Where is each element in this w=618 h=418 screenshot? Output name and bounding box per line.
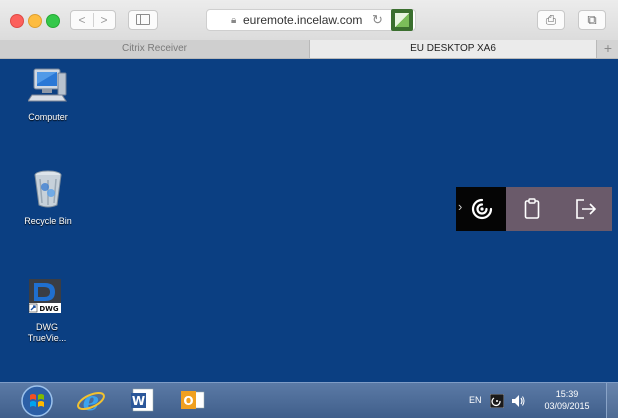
windows-taskbar: e W O EN 15:39 03/09/2015 — [0, 382, 618, 418]
nav-separator — [93, 13, 94, 27]
svg-text:e: e — [83, 387, 100, 416]
show-tabs-button[interactable]: ⧉ — [578, 10, 606, 30]
outlook-badge-text: O — [183, 394, 193, 408]
language-indicator[interactable]: EN — [469, 395, 482, 405]
lock-icon: 🔒︎ — [231, 15, 237, 26]
forward-button[interactable]: > — [93, 11, 115, 29]
word-badge-text: W — [132, 394, 145, 408]
collapse-chevron-icon: › — [458, 199, 463, 214]
citrix-tray-icon[interactable] — [490, 394, 504, 408]
disconnect-icon[interactable] — [574, 198, 598, 220]
sidebar-toggle-button[interactable] — [128, 10, 158, 30]
start-orb-icon[interactable] — [20, 384, 54, 418]
zoom-window-button[interactable] — [46, 14, 60, 28]
close-window-button[interactable] — [10, 14, 24, 28]
desktop-icon-label: Recycle Bin — [24, 216, 72, 226]
clock-time: 15:39 — [555, 389, 579, 399]
navigation-buttons: < > — [70, 10, 116, 30]
browser-window: < > 🔒︎ euremote.incelaw.com ↻ ⎙ ⧉ Citrix … — [0, 0, 618, 418]
address-bar[interactable]: 🔒︎ euremote.incelaw.com ↻ — [206, 9, 416, 31]
internet-explorer-icon[interactable]: e — [76, 386, 106, 416]
desktop-icon-computer[interactable]: Computer — [15, 67, 81, 123]
desktop-icon-label: Computer — [28, 112, 68, 122]
citrix-receiver-icon[interactable] — [470, 197, 494, 221]
volume-icon[interactable] — [510, 393, 526, 409]
back-button[interactable]: < — [71, 11, 93, 29]
clock-date: 03/09/2015 — [544, 401, 590, 411]
desktop-icon-dwg-trueview[interactable]: DWG DWG TrueVie... — [14, 277, 80, 344]
dwg-badge-text: DWG — [39, 305, 59, 313]
tab-eu-desktop-xa6[interactable]: EU DESKTOP XA6 — [310, 40, 596, 58]
desktop-icon-label-line1: DWG — [36, 322, 58, 332]
system-clock[interactable]: 15:39 03/09/2015 — [540, 388, 594, 412]
clipboard-icon[interactable] — [524, 198, 540, 220]
tab-bar: Citrix Receiver EU DESKTOP XA6 + — [0, 40, 618, 59]
dwg-trueview-icon: DWG — [28, 279, 61, 313]
tab-citrix-receiver[interactable]: Citrix Receiver — [0, 40, 310, 58]
outlook-icon[interactable]: O — [180, 387, 206, 413]
remote-desktop[interactable]: Computer Recycle Bin DWG DWG TrueVie... … — [0, 59, 618, 382]
share-button[interactable]: ⎙ — [537, 10, 565, 30]
show-desktop-button[interactable] — [606, 383, 618, 418]
sidebar-icon — [136, 14, 150, 25]
extension-icon[interactable] — [391, 9, 413, 31]
desktop-icon-recycle-bin[interactable]: Recycle Bin — [15, 169, 81, 227]
word-icon[interactable]: W — [130, 387, 156, 413]
new-tab-button[interactable]: + — [596, 40, 618, 58]
computer-icon — [27, 68, 67, 102]
reload-icon[interactable]: ↻ — [372, 12, 383, 28]
browser-toolbar: < > 🔒︎ euremote.incelaw.com ↻ ⎙ ⧉ — [0, 0, 618, 41]
citrix-toolbar-handle[interactable]: › — [456, 187, 506, 231]
desktop-icon-label-line2: TrueVie... — [27, 333, 67, 343]
minimize-window-button[interactable] — [28, 14, 42, 28]
recycle-bin-icon — [34, 170, 62, 208]
url-text: euremote.incelaw.com — [243, 13, 363, 27]
citrix-toolbar-actions — [506, 187, 612, 231]
citrix-floating-toolbar: › — [456, 187, 612, 231]
